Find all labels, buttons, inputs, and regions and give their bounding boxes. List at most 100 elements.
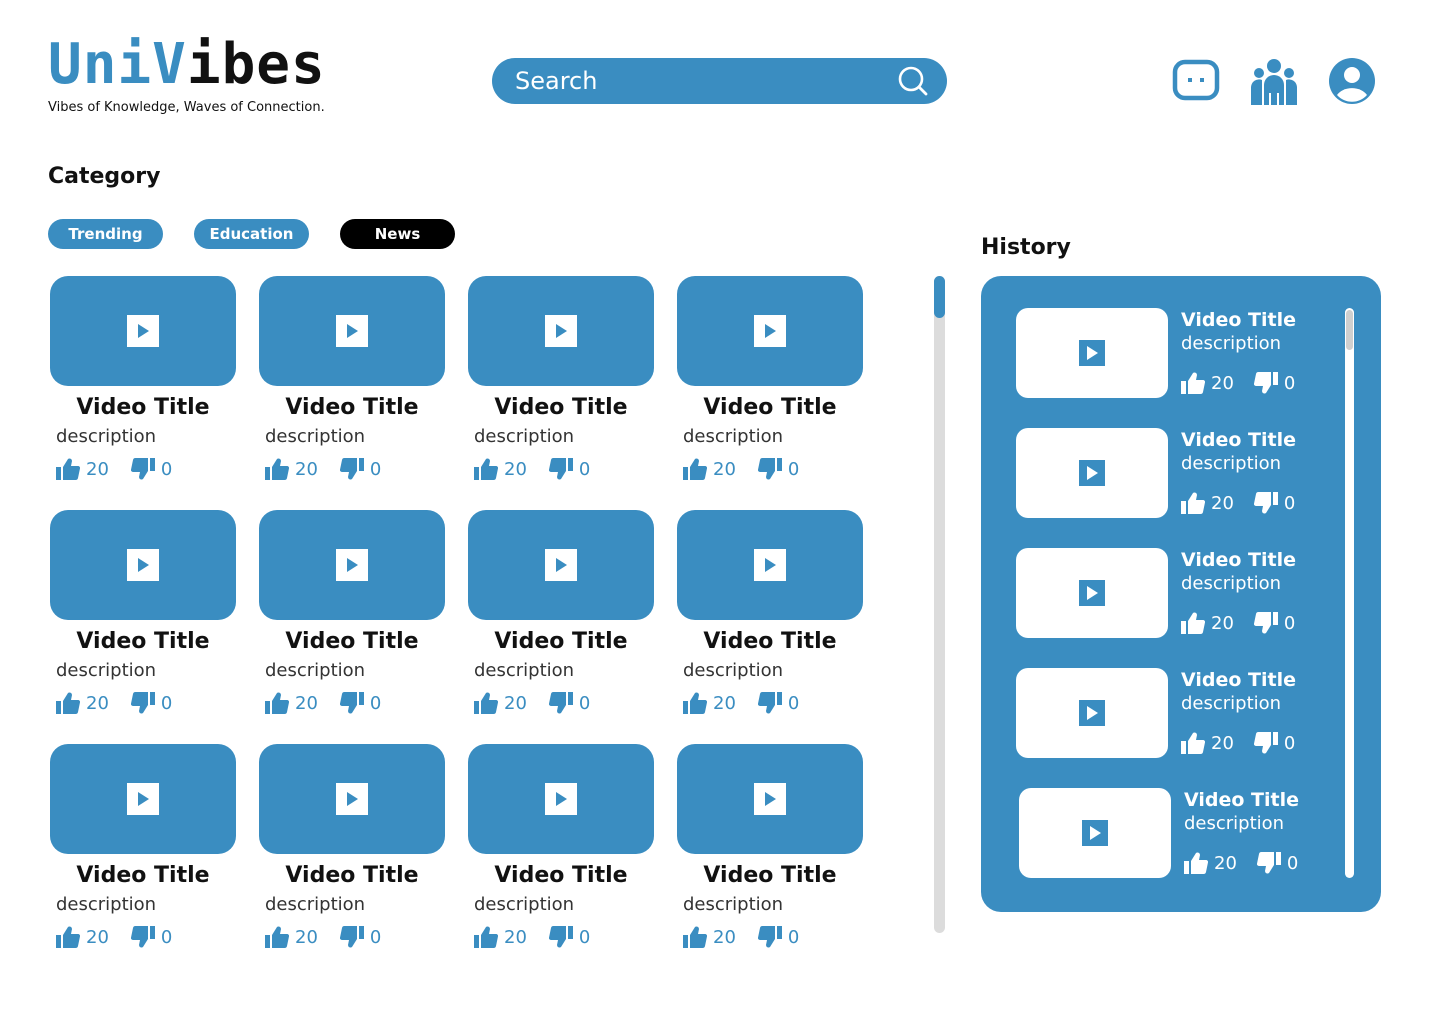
video-card[interactable]: Video Title description 20 0 bbox=[259, 276, 445, 480]
play-icon[interactable] bbox=[336, 315, 368, 347]
video-card[interactable]: Video Title description 20 0 bbox=[468, 276, 654, 480]
like-button[interactable]: 20 bbox=[683, 458, 736, 480]
video-thumbnail[interactable] bbox=[259, 744, 445, 854]
like-button[interactable]: 20 bbox=[1181, 372, 1234, 394]
history-video-title[interactable]: Video Title bbox=[1181, 428, 1296, 452]
dislike-button[interactable]: 0 bbox=[339, 692, 381, 714]
history-item[interactable]: Video Title description 20 0 bbox=[1016, 428, 1336, 518]
dislike-button[interactable]: 0 bbox=[1253, 372, 1295, 394]
search-icon[interactable] bbox=[897, 65, 929, 97]
play-icon[interactable] bbox=[1079, 700, 1105, 726]
play-icon[interactable] bbox=[1079, 340, 1105, 366]
video-title[interactable]: Video Title bbox=[468, 394, 654, 422]
play-icon[interactable] bbox=[754, 549, 786, 581]
community-icon[interactable] bbox=[1250, 56, 1298, 106]
dislike-button[interactable]: 0 bbox=[757, 692, 799, 714]
video-card[interactable]: Video Title description 20 0 bbox=[50, 510, 236, 714]
like-button[interactable]: 20 bbox=[474, 926, 527, 948]
video-card[interactable]: Video Title description 20 0 bbox=[50, 744, 236, 948]
chat-icon[interactable] bbox=[1172, 56, 1220, 106]
dislike-button[interactable]: 0 bbox=[339, 926, 381, 948]
video-title[interactable]: Video Title bbox=[468, 862, 654, 890]
chip-trending[interactable]: Trending bbox=[48, 219, 163, 249]
video-card[interactable]: Video Title description 20 0 bbox=[677, 744, 863, 948]
logo[interactable]: UniVibes Vibes of Knowledge, Waves of Co… bbox=[48, 34, 326, 116]
like-button[interactable]: 20 bbox=[474, 692, 527, 714]
video-grid-scrollbar-thumb[interactable] bbox=[934, 276, 945, 318]
video-title[interactable]: Video Title bbox=[259, 628, 445, 656]
history-scrollbar[interactable] bbox=[1345, 308, 1354, 878]
video-thumbnail[interactable] bbox=[50, 744, 236, 854]
video-title[interactable]: Video Title bbox=[677, 628, 863, 656]
video-card[interactable]: Video Title description 20 0 bbox=[259, 510, 445, 714]
play-icon[interactable] bbox=[127, 549, 159, 581]
history-video-title[interactable]: Video Title bbox=[1181, 548, 1296, 572]
like-button[interactable]: 20 bbox=[56, 926, 109, 948]
history-item[interactable]: Video Title description 20 0 bbox=[1019, 788, 1339, 878]
video-title[interactable]: Video Title bbox=[677, 862, 863, 890]
video-title[interactable]: Video Title bbox=[677, 394, 863, 422]
play-icon[interactable] bbox=[545, 315, 577, 347]
dislike-button[interactable]: 0 bbox=[1253, 612, 1295, 634]
dislike-button[interactable]: 0 bbox=[757, 458, 799, 480]
history-item[interactable]: Video Title description 20 0 bbox=[1016, 668, 1336, 758]
history-scrollbar-thumb[interactable] bbox=[1346, 310, 1353, 350]
video-title[interactable]: Video Title bbox=[50, 628, 236, 656]
like-button[interactable]: 20 bbox=[265, 458, 318, 480]
history-video-title[interactable]: Video Title bbox=[1181, 308, 1296, 332]
play-icon[interactable] bbox=[336, 783, 368, 815]
video-thumbnail[interactable] bbox=[468, 744, 654, 854]
dislike-button[interactable]: 0 bbox=[130, 926, 172, 948]
video-thumbnail[interactable] bbox=[677, 744, 863, 854]
like-button[interactable]: 20 bbox=[1181, 492, 1234, 514]
video-card[interactable]: Video Title description 20 0 bbox=[50, 276, 236, 480]
history-thumbnail[interactable] bbox=[1019, 788, 1171, 878]
history-thumbnail[interactable] bbox=[1016, 668, 1168, 758]
play-icon[interactable] bbox=[545, 783, 577, 815]
play-icon[interactable] bbox=[754, 315, 786, 347]
history-item[interactable]: Video Title description 20 0 bbox=[1016, 548, 1336, 638]
like-button[interactable]: 20 bbox=[56, 692, 109, 714]
play-icon[interactable] bbox=[1079, 460, 1105, 486]
play-icon[interactable] bbox=[754, 783, 786, 815]
dislike-button[interactable]: 0 bbox=[548, 692, 590, 714]
play-icon[interactable] bbox=[1082, 820, 1108, 846]
video-card[interactable]: Video Title description 20 0 bbox=[677, 510, 863, 714]
like-button[interactable]: 20 bbox=[56, 458, 109, 480]
dislike-button[interactable]: 0 bbox=[130, 458, 172, 480]
search-input[interactable] bbox=[515, 67, 897, 95]
history-video-title[interactable]: Video Title bbox=[1184, 788, 1299, 812]
like-button[interactable]: 20 bbox=[683, 926, 736, 948]
dislike-button[interactable]: 0 bbox=[548, 458, 590, 480]
like-button[interactable]: 20 bbox=[1184, 852, 1237, 874]
profile-icon[interactable] bbox=[1328, 56, 1376, 106]
dislike-button[interactable]: 0 bbox=[1253, 732, 1295, 754]
video-thumbnail[interactable] bbox=[677, 276, 863, 386]
search-bar[interactable] bbox=[492, 58, 947, 104]
video-title[interactable]: Video Title bbox=[259, 862, 445, 890]
video-thumbnail[interactable] bbox=[50, 510, 236, 620]
dislike-button[interactable]: 0 bbox=[757, 926, 799, 948]
video-card[interactable]: Video Title description 20 0 bbox=[468, 510, 654, 714]
like-button[interactable]: 20 bbox=[1181, 612, 1234, 634]
like-button[interactable]: 20 bbox=[265, 692, 318, 714]
video-thumbnail[interactable] bbox=[50, 276, 236, 386]
dislike-button[interactable]: 0 bbox=[130, 692, 172, 714]
video-thumbnail[interactable] bbox=[468, 276, 654, 386]
video-thumbnail[interactable] bbox=[259, 510, 445, 620]
history-video-title[interactable]: Video Title bbox=[1181, 668, 1296, 692]
dislike-button[interactable]: 0 bbox=[1256, 852, 1298, 874]
like-button[interactable]: 20 bbox=[474, 458, 527, 480]
play-icon[interactable] bbox=[127, 783, 159, 815]
history-thumbnail[interactable] bbox=[1016, 308, 1168, 398]
video-card[interactable]: Video Title description 20 0 bbox=[468, 744, 654, 948]
like-button[interactable]: 20 bbox=[265, 926, 318, 948]
like-button[interactable]: 20 bbox=[683, 692, 736, 714]
video-title[interactable]: Video Title bbox=[50, 394, 236, 422]
video-card[interactable]: Video Title description 20 0 bbox=[259, 744, 445, 948]
play-icon[interactable] bbox=[1079, 580, 1105, 606]
video-thumbnail[interactable] bbox=[677, 510, 863, 620]
chip-education[interactable]: Education bbox=[194, 219, 309, 249]
dislike-button[interactable]: 0 bbox=[548, 926, 590, 948]
play-icon[interactable] bbox=[545, 549, 577, 581]
